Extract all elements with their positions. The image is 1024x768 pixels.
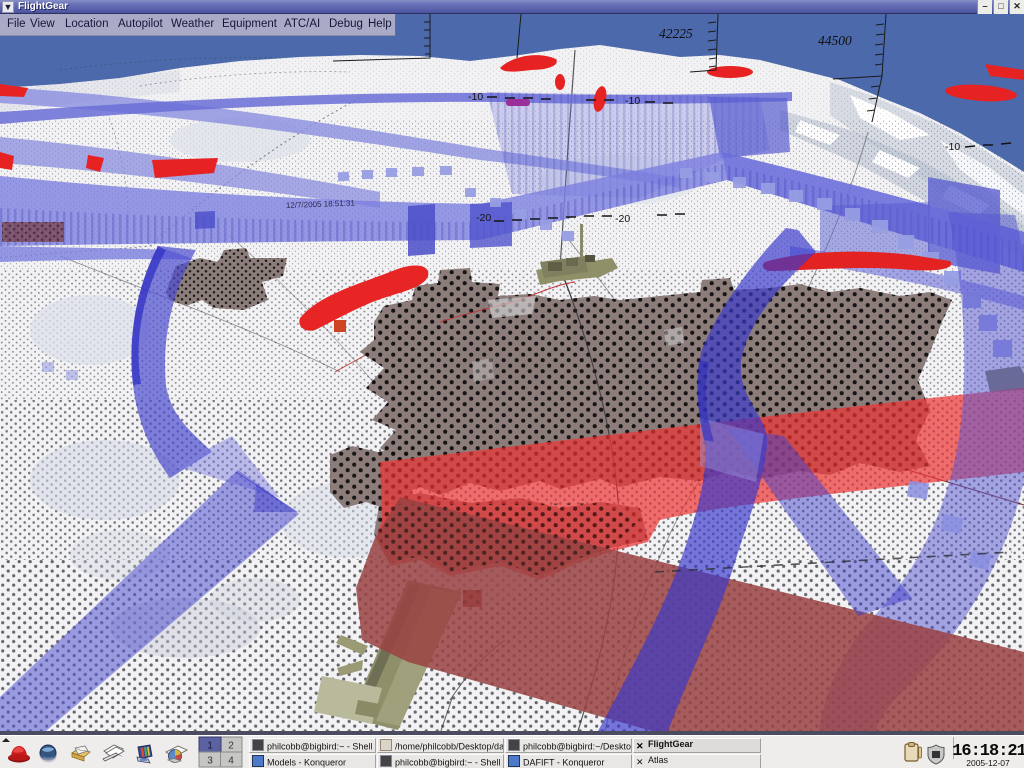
- svg-text:-20: -20: [476, 212, 491, 224]
- svg-text:2005-12-07: 2005-12-07: [966, 758, 1010, 768]
- svg-text:4: 4: [228, 756, 234, 767]
- svg-text:1: 1: [207, 741, 213, 752]
- svg-text:-10: -10: [625, 95, 640, 107]
- svg-text:-20: -20: [615, 213, 630, 225]
- svg-text:-10: -10: [945, 141, 960, 153]
- svg-text:44500: 44500: [818, 33, 852, 48]
- svg-text:3: 3: [207, 756, 213, 767]
- svg-text:2: 2: [228, 741, 234, 752]
- svg-text:-10: -10: [468, 91, 483, 103]
- svg-text:42225: 42225: [659, 26, 693, 41]
